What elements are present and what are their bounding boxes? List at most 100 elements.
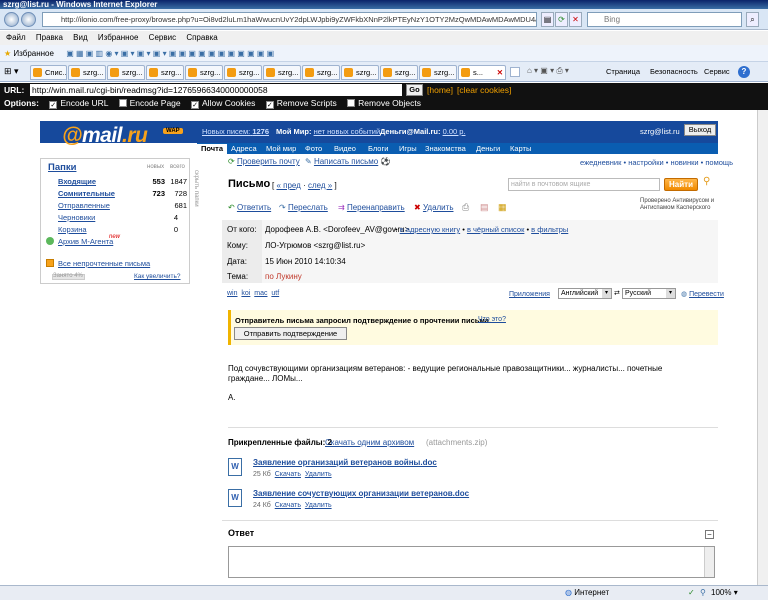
moy-mir-status[interactable]: Мой Мир: нет новых событий bbox=[276, 127, 380, 136]
attachment-1-delete[interactable]: Удалить bbox=[305, 471, 332, 478]
forward-button[interactable] bbox=[21, 12, 36, 27]
reply-scrollbar[interactable] bbox=[704, 547, 714, 577]
wap-badge[interactable]: WAP bbox=[163, 128, 183, 134]
nav-maps[interactable]: Карты bbox=[510, 144, 531, 154]
compat-icon[interactable]: ▤ bbox=[541, 12, 554, 27]
tab-7[interactable]: szrg... bbox=[263, 65, 301, 80]
back-button[interactable] bbox=[4, 12, 19, 27]
attachment-2-download[interactable]: Скачать bbox=[275, 502, 301, 509]
tab-8[interactable]: szrg... bbox=[302, 65, 340, 80]
folder-inbox[interactable]: Входящие bbox=[58, 177, 96, 186]
folder-drafts[interactable]: Черновики bbox=[58, 213, 95, 222]
enc-win[interactable]: win bbox=[227, 290, 238, 297]
advanced-search-icon[interactable]: ⚲ bbox=[703, 176, 710, 187]
favorites-button[interactable]: Избранное bbox=[13, 49, 54, 58]
lang-to-select[interactable]: Русский ▾ bbox=[622, 288, 676, 299]
translate-link[interactable]: ◍ Перевести bbox=[681, 290, 724, 298]
nav-photo[interactable]: Фото bbox=[305, 144, 322, 154]
new-messages[interactable]: Новых писем: 1276 bbox=[202, 127, 269, 136]
tab-10[interactable]: szrg... bbox=[380, 65, 418, 80]
menu-edit[interactable]: Правка bbox=[36, 33, 63, 42]
menu-view[interactable]: Вид bbox=[73, 33, 87, 42]
tab-6[interactable]: szrg... bbox=[224, 65, 262, 80]
tab-9[interactable]: szrg... bbox=[341, 65, 379, 80]
menu-file[interactable]: Файл bbox=[6, 33, 26, 42]
swap-icon[interactable]: ⇄ bbox=[614, 289, 620, 297]
remove-scripts-checkbox[interactable]: ✓ bbox=[265, 101, 274, 109]
hide-folders-link[interactable]: скрыть папки bbox=[193, 170, 199, 207]
nav-moy-mir[interactable]: Мой мир bbox=[266, 144, 296, 154]
mailbox-search-input[interactable]: найти в почтовом ящике bbox=[508, 178, 660, 191]
search-icon[interactable]: ⌕ bbox=[746, 12, 759, 27]
folder-sent[interactable]: Отправленные bbox=[58, 201, 110, 210]
increase-quota-link[interactable]: Как увеличить? bbox=[134, 273, 181, 280]
source-icon[interactable]: ▦ bbox=[498, 202, 507, 213]
nav-addresses[interactable]: Адреса bbox=[231, 144, 257, 154]
mailru-logo[interactable]: @mail.ru bbox=[62, 124, 148, 148]
reply-textarea[interactable] bbox=[228, 546, 715, 578]
tab-5[interactable]: szrg... bbox=[185, 65, 223, 80]
proxy-url-input[interactable]: http://win.mail.ru/cgi-bin/readmsg?id=12… bbox=[30, 84, 402, 96]
nav-mail[interactable]: Почта bbox=[197, 144, 227, 154]
money-status[interactable]: Деньги@Mail.ru: 0.00 р. bbox=[380, 127, 466, 136]
encode-url-checkbox[interactable]: ✓ bbox=[49, 101, 58, 109]
tab-3[interactable]: szrg... bbox=[107, 65, 145, 80]
enc-mac[interactable]: mac bbox=[254, 290, 267, 297]
folder-trash[interactable]: Корзина bbox=[58, 225, 87, 234]
address-input[interactable]: http://ilonio.com/free-proxy/browse.php?… bbox=[42, 12, 537, 27]
close-tab-icon[interactable]: ✕ bbox=[497, 66, 503, 79]
enc-koi[interactable]: koi bbox=[241, 290, 250, 297]
all-unread-link[interactable]: Все непрочтенные письма bbox=[58, 259, 150, 268]
next-letter-link[interactable]: след » bbox=[308, 181, 332, 190]
proxy-go-button[interactable]: Go bbox=[406, 84, 423, 96]
folders-title[interactable]: Папки bbox=[48, 162, 76, 173]
remove-objects-checkbox[interactable] bbox=[347, 99, 356, 107]
headers-icon[interactable]: ▤ bbox=[480, 202, 489, 213]
refresh-icon[interactable]: ⟳ bbox=[555, 12, 568, 27]
folder-spam[interactable]: Сомнительные bbox=[58, 189, 115, 198]
reply-action[interactable]: ↶ Ответить bbox=[228, 203, 271, 212]
apps-link[interactable]: Приложения bbox=[509, 291, 550, 298]
add-to-blacklist-link[interactable]: в чёрный список bbox=[467, 225, 524, 234]
attachment-1-download[interactable]: Скачать bbox=[275, 471, 301, 478]
nav-video[interactable]: Видео bbox=[334, 144, 356, 154]
collapse-reply-icon[interactable]: – bbox=[705, 530, 714, 539]
proxy-home-link[interactable]: [home] bbox=[427, 83, 453, 97]
nav-dating[interactable]: Знакомства bbox=[425, 144, 466, 154]
forward-action[interactable]: ↷ Переслать bbox=[279, 203, 328, 212]
quick-tabs-icon[interactable]: ⊞ ▾ bbox=[4, 66, 24, 78]
nav-blogs[interactable]: Блоги bbox=[368, 144, 388, 154]
attachment-1-name[interactable]: Заявление организаций ветеранов войны.do… bbox=[253, 458, 437, 467]
nav-money[interactable]: Деньги bbox=[476, 144, 500, 154]
add-to-addressbook-link[interactable]: в адресную книгу bbox=[400, 225, 460, 234]
help-icon[interactable]: ? bbox=[738, 66, 750, 78]
new-tab-button[interactable] bbox=[510, 67, 520, 77]
page-scrollbar[interactable] bbox=[757, 110, 768, 585]
safety-menu[interactable]: Безопасность bbox=[650, 67, 698, 76]
print-icon[interactable]: ⎙ bbox=[462, 202, 469, 213]
redirect-action[interactable]: ⇉ Перенаправить bbox=[338, 203, 405, 212]
tools-menu[interactable]: Сервис bbox=[704, 67, 730, 76]
nav-games[interactable]: Игры bbox=[399, 144, 417, 154]
what-is-this-link[interactable]: Что это? bbox=[478, 316, 506, 323]
download-all-link[interactable]: Скачать одним архивом bbox=[325, 438, 414, 447]
prev-letter-link[interactable]: « пред bbox=[276, 181, 300, 190]
logout-button[interactable]: Выход bbox=[684, 124, 716, 136]
encode-page-checkbox[interactable] bbox=[118, 99, 127, 107]
folder-agent-archive[interactable]: Архив М-Агента bbox=[58, 237, 113, 246]
attachment-2-delete[interactable]: Удалить bbox=[305, 502, 332, 509]
tab-1[interactable]: Спис... bbox=[30, 65, 67, 80]
lang-from-select[interactable]: Английский ▾ bbox=[558, 288, 612, 299]
compose-link[interactable]: ✎ Написать письмо ⚽ bbox=[305, 157, 390, 166]
stop-icon[interactable]: ✕ bbox=[569, 12, 582, 27]
check-mail-link[interactable]: ⟳ Проверить почту bbox=[228, 157, 300, 166]
zoom-level[interactable]: 100% ▾ bbox=[711, 586, 738, 600]
menu-help[interactable]: Справка bbox=[186, 33, 217, 42]
allow-cookies-checkbox[interactable]: ✓ bbox=[191, 101, 200, 109]
tab-2[interactable]: szrg... bbox=[68, 65, 106, 80]
send-receipt-button[interactable]: Отправить подтверждение bbox=[234, 327, 347, 340]
delete-action[interactable]: ✖ Удалить bbox=[414, 203, 453, 212]
top-right-links[interactable]: ежедневник • настройки • новинки • помощ… bbox=[580, 158, 733, 167]
menu-favorites[interactable]: Избранное bbox=[98, 33, 139, 42]
mailbox-search-button[interactable]: Найти bbox=[664, 178, 698, 191]
